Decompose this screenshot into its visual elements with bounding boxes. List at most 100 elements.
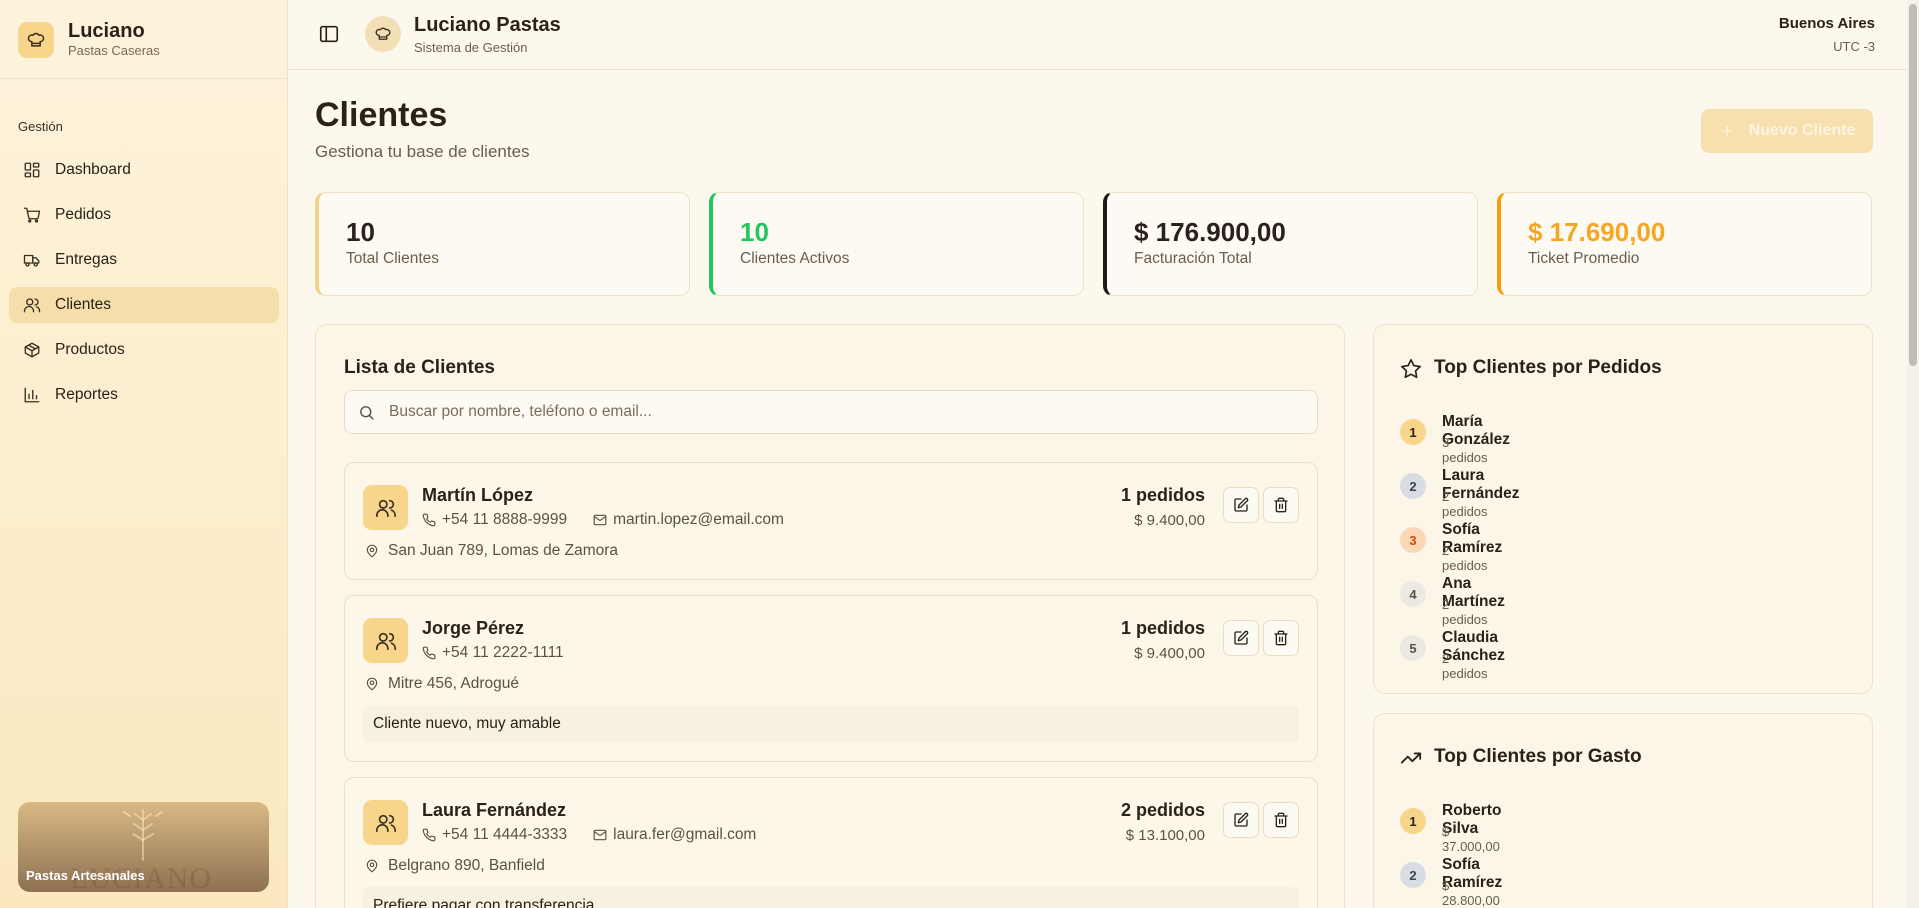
client-phone: +54 11 4444-3333 [442, 826, 568, 843]
client-contact: +54 11 2222-1111 [422, 644, 564, 662]
stat-label: Ticket Promedio [1528, 250, 1640, 267]
delete-client-button[interactable] [1263, 620, 1299, 656]
client-email: martin.lopez@email.com [613, 511, 784, 528]
client-email: laura.fer@gmail.com [613, 826, 757, 843]
sidebar-item-clientes[interactable]: Clientes [9, 287, 279, 323]
trending-up-icon [1400, 752, 1422, 764]
delete-client-button[interactable] [1263, 802, 1299, 838]
client-contact: +54 11 8888-9999 martin.lopez@email.com [422, 511, 784, 529]
stat-label: Clientes Activos [740, 250, 850, 267]
search-input[interactable] [389, 391, 1289, 433]
brand-subtitle: Pastas Caseras [68, 43, 160, 58]
scrollbar-thumb[interactable] [1909, 4, 1917, 366]
client-card[interactable]: Jorge Pérez +54 11 2222-1111 Mitre 456, … [344, 595, 1318, 762]
sidebar: Luciano Pastas Caseras Gestión Dashboard… [0, 0, 288, 908]
client-address: Mitre 456, Adrogué [365, 675, 519, 693]
trash-icon [1274, 630, 1288, 646]
sidebar-toggle-button[interactable] [318, 23, 340, 45]
client-list-panel: Lista de Clientes Martín López +54 11 88… [315, 324, 1345, 908]
users-icon [375, 814, 396, 832]
client-avatar [363, 800, 408, 845]
new-client-button[interactable]: Nuevo Cliente [1701, 109, 1873, 153]
client-name: Laura Fernández [422, 800, 567, 820]
rank-badge: 1 [1400, 419, 1426, 445]
users-icon [375, 632, 396, 650]
rank-badge: 1 [1400, 808, 1426, 834]
chef-hat-icon [18, 22, 54, 58]
trash-icon [1274, 497, 1288, 513]
bar-chart-icon [24, 387, 40, 403]
client-name: Jorge Pérez [422, 618, 525, 638]
chef-hat-icon [375, 27, 391, 40]
sidebar-item-label: Productos [55, 341, 125, 358]
search-box [344, 390, 1318, 434]
client-contact: +54 11 4444-3333 laura.fer@gmail.com [422, 826, 756, 844]
rank-detail: 2 pedidos [1442, 489, 1488, 519]
trash-icon [1274, 812, 1288, 828]
sidebar-nav: Dashboard Pedidos Entregas Clientes Prod… [9, 152, 279, 422]
client-orders: 2 pedidos [1120, 800, 1205, 820]
client-phone: +54 11 8888-9999 [442, 511, 568, 528]
page-scrollbar[interactable] [1907, 0, 1919, 908]
edit-client-button[interactable] [1223, 802, 1259, 838]
page-subtitle: Gestiona tu base de clientes [315, 142, 530, 161]
edit-client-button[interactable] [1223, 487, 1259, 523]
client-address: San Juan 789, Lomas de Zamora [365, 542, 618, 560]
client-note: Prefiere pagar con transferencia [363, 887, 1299, 908]
client-address-text: Belgrano 890, Banfield [388, 857, 545, 874]
sidebar-item-label: Dashboard [55, 161, 131, 178]
sidebar-item-label: Reportes [55, 386, 118, 403]
sidebar-item-productos[interactable]: Productos [9, 332, 279, 368]
header-logo [365, 16, 401, 52]
stat-label: Total Clientes [346, 250, 440, 267]
top-orders-title: Top Clientes por Pedidos [1434, 357, 1662, 378]
truck-icon [23, 254, 40, 267]
header-title: Luciano Pastas [414, 14, 561, 36]
top-orders-panel: Top Clientes por Pedidos 1 María Gonzále… [1373, 324, 1873, 694]
delete-client-button[interactable] [1263, 487, 1299, 523]
client-note: Cliente nuevo, muy amable [363, 705, 1299, 743]
stat-value: 10 [346, 217, 375, 247]
client-address-text: Mitre 456, Adrogué [388, 675, 519, 692]
map-pin-icon [366, 544, 378, 558]
search-icon [360, 406, 374, 420]
edit-client-button[interactable] [1223, 620, 1259, 656]
stat-value: 10 [740, 217, 769, 247]
plus-icon [1721, 125, 1732, 137]
sidebar-item-label: Clientes [55, 296, 111, 313]
sidebar-item-label: Pedidos [55, 206, 112, 223]
rank-detail: $ 37.000,00 [1442, 824, 1500, 854]
sidebar-item-entregas[interactable]: Entregas [9, 242, 279, 278]
promo-label: Pastas Artesanales [26, 868, 145, 883]
client-card[interactable]: Martín López +54 11 8888-9999 martin.lop… [344, 462, 1318, 580]
header-timezone: UTC -3 [1833, 39, 1875, 54]
stat-total-clientes: 10 Total Clientes [315, 192, 690, 296]
sidebar-item-pedidos[interactable]: Pedidos [9, 197, 279, 233]
rank-detail: 2 pedidos [1442, 597, 1488, 627]
map-pin-icon [366, 859, 378, 873]
wheat-icon [123, 809, 163, 861]
header-subtitle: Sistema de Gestión [414, 40, 528, 55]
users-icon [23, 298, 41, 313]
edit-icon [1234, 497, 1249, 512]
cart-icon [23, 207, 41, 223]
sidebar-item-reportes[interactable]: Reportes [9, 377, 279, 413]
brand-title: Luciano [68, 20, 145, 42]
rank-badge: 4 [1400, 581, 1426, 607]
sidebar-section-label: Gestión [18, 119, 63, 134]
sidebar-item-dashboard[interactable]: Dashboard [9, 152, 279, 188]
client-avatar [363, 485, 408, 530]
edit-icon [1234, 630, 1249, 645]
panel-left-icon [319, 25, 339, 43]
rank-badge: 5 [1400, 635, 1426, 661]
map-pin-icon [366, 677, 378, 691]
promo-card: LUCIANO Pastas Artesanales [18, 802, 269, 892]
sidebar-item-label: Entregas [55, 251, 118, 268]
client-card[interactable]: Laura Fernández +54 11 4444-3333 laura.f… [344, 777, 1318, 908]
brand[interactable]: Luciano Pastas Caseras [18, 20, 160, 60]
phone-icon [422, 646, 436, 660]
package-icon [24, 342, 40, 358]
client-orders: 1 pedidos [1120, 618, 1205, 638]
rank-detail: 2 pedidos [1442, 543, 1488, 573]
top-spend-title: Top Clientes por Gasto [1434, 746, 1642, 767]
